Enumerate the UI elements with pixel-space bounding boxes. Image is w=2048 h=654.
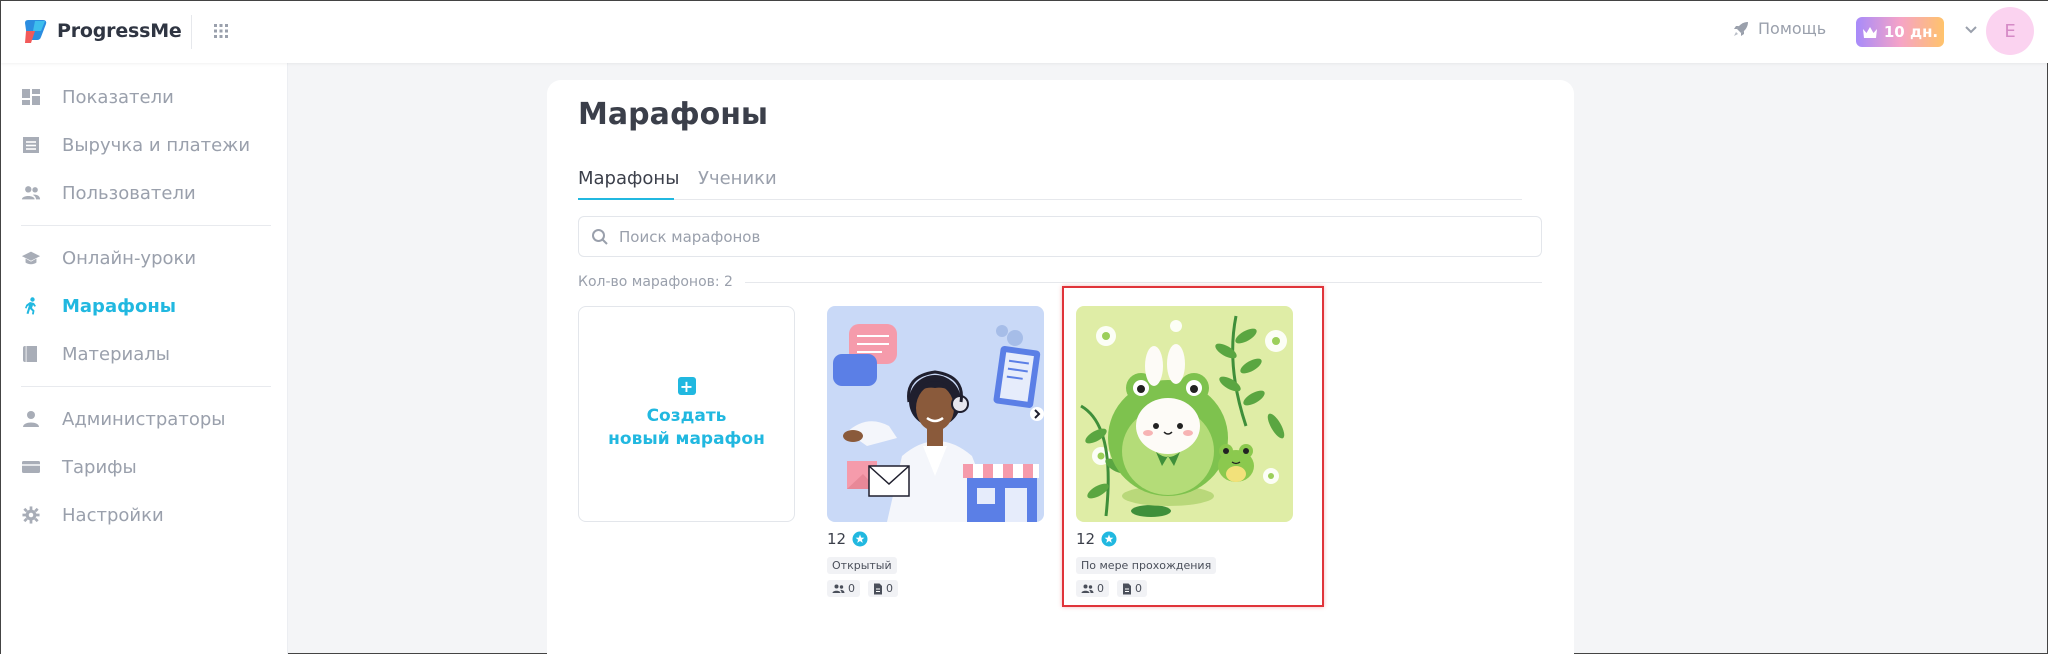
students-stat: 0	[1076, 580, 1109, 597]
sidebar-item-label: Онлайн-уроки	[62, 247, 197, 269]
dashboard-icon	[22, 89, 40, 105]
page-title: Марафоны	[578, 97, 769, 132]
sidebar-item-settings[interactable]: Настройки	[1, 495, 288, 535]
book-icon	[23, 346, 37, 362]
users-icon	[1081, 584, 1094, 593]
tabs: Марафоны Ученики	[578, 168, 1522, 200]
students-stat: 0	[827, 580, 860, 597]
marathon-stats: 0 0	[1076, 580, 1293, 597]
tab-marathons[interactable]: Марафоны	[578, 168, 679, 200]
sidebar-item-revenue[interactable]: Выручка и платежи	[1, 125, 288, 165]
sidebar-item-materials[interactable]: Материалы	[1, 334, 288, 374]
apps-grid-icon[interactable]	[212, 22, 230, 40]
person-icon	[23, 411, 39, 427]
sidebar-item-label: Марафоны	[62, 295, 177, 317]
sidebar-item-users[interactable]: Пользователи	[1, 173, 288, 213]
sidebar-divider	[21, 225, 271, 226]
marathons-card: Марафоны Марафоны Ученики Кол-во марафон…	[547, 80, 1574, 654]
sidebar-item-label: Тарифы	[62, 456, 137, 478]
create-marathon-button[interactable]: + Создать новый марафон	[578, 306, 795, 522]
users-icon	[21, 186, 41, 200]
marathons-count-row: Кол-во марафонов: 2	[578, 272, 1542, 292]
students-count: 0	[848, 582, 855, 595]
marathon-stats: 0 0	[827, 580, 1044, 597]
create-marathon-label: Создать новый марафон	[608, 405, 765, 451]
support-operator-illustration	[827, 306, 1044, 522]
tab-students[interactable]: Ученики	[698, 168, 777, 200]
sidebar-item-label: Администраторы	[62, 408, 226, 430]
topbar-divider	[191, 15, 192, 49]
sidebar-item-label: Выручка и платежи	[62, 134, 251, 156]
help-button[interactable]: Помощь	[1732, 19, 1826, 38]
rocket-icon	[1734, 21, 1748, 36]
avatar[interactable]: E	[1986, 7, 2034, 55]
card-icon	[22, 461, 40, 473]
sidebar-item-marathons[interactable]: Марафоны	[1, 286, 288, 326]
sidebar-item-label: Показатели	[62, 86, 174, 108]
sidebar-item-label: Пользователи	[62, 182, 196, 204]
marathon-cover-image	[827, 306, 1044, 522]
search-box	[578, 216, 1542, 257]
marathon-cover-image	[1076, 306, 1293, 522]
runner-icon	[25, 297, 36, 315]
sidebar-item-label: Материалы	[62, 343, 170, 365]
plus-icon: +	[677, 377, 696, 396]
create-label-line1: Создать	[646, 406, 727, 426]
sidebar-item-tariffs[interactable]: Тарифы	[1, 447, 288, 487]
gear-icon	[22, 506, 40, 524]
app-name: ProgressMe	[57, 20, 182, 42]
trial-days-label: 10 дн.	[1883, 23, 1939, 41]
trial-days-badge[interactable]: 10 дн.	[1856, 17, 1944, 47]
create-label-line2: новый марафон	[608, 429, 765, 449]
materials-count: 0	[1135, 582, 1142, 595]
logo[interactable]: ProgressMe	[21, 17, 182, 45]
green-frog-bunny-illustration	[1076, 306, 1293, 522]
crown-icon	[1862, 26, 1877, 38]
materials-stat: 0	[868, 580, 898, 597]
users-icon	[832, 584, 845, 593]
help-label: Помощь	[1758, 19, 1827, 38]
receipt-icon	[23, 137, 39, 153]
marathons-count: Кол-во марафонов: 2	[578, 274, 733, 290]
search-input[interactable]	[619, 227, 1519, 246]
access-type-badge: Открытый	[827, 557, 897, 574]
progressme-logo-icon	[25, 20, 47, 43]
top-bar: ProgressMe Помощь 10 дн. E	[1, 1, 2048, 63]
graduation-cap-icon	[21, 251, 41, 265]
sidebar: Показатели Выручка и платежи Пользовател…	[1, 63, 288, 654]
document-icon	[874, 583, 882, 594]
chevron-down-icon[interactable]	[1964, 23, 1978, 37]
sidebar-item-dashboard[interactable]: Показатели	[1, 77, 288, 117]
marathon-count: 12	[1076, 530, 1096, 548]
materials-stat: 0	[1117, 580, 1147, 597]
access-type-badge: По мере прохождения	[1076, 557, 1217, 574]
count-divider	[744, 281, 1542, 283]
sidebar-item-online-lessons[interactable]: Онлайн-уроки	[1, 238, 288, 278]
star-badge-icon	[1101, 531, 1117, 547]
marathon-meta: 12	[1076, 530, 1293, 548]
students-count: 0	[1097, 582, 1104, 595]
document-icon	[1123, 583, 1131, 594]
star-badge-icon	[852, 531, 868, 547]
marathon-meta: 12	[827, 530, 1044, 548]
marathon-count: 12	[827, 530, 847, 548]
materials-count: 0	[886, 582, 893, 595]
sidebar-item-label: Настройки	[62, 504, 164, 526]
search-icon	[592, 228, 608, 245]
sidebar-divider	[21, 386, 271, 387]
marathon-card[interactable]: 12 Открытый 0 0	[827, 306, 1044, 597]
sidebar-item-administrators[interactable]: Администраторы	[1, 399, 288, 439]
marathon-card[interactable]: 12 По мере прохождения 0 0	[1076, 306, 1293, 597]
avatar-letter: E	[2004, 20, 2016, 42]
